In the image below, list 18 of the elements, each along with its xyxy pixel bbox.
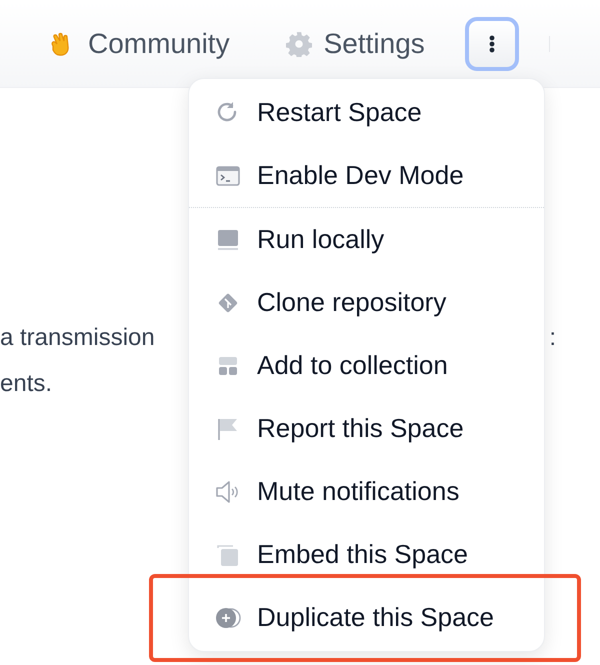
nav-link[interactable]: Community [48,22,230,64]
more-icon [488,34,495,52]
speaker-icon [215,478,241,504]
menu-item[interactable]: Run locally [189,208,544,271]
body-text: : [549,323,556,353]
menu-item[interactable]: Clone repository [189,271,544,334]
menu-item[interactable]: Report this Space [189,397,544,460]
menu-item[interactable]: Add to collection [189,334,544,397]
more-button[interactable] [464,16,519,70]
body-text: ents. [0,369,52,399]
menu-item[interactable]: Mute notifications [189,460,544,523]
menu-item[interactable]: Restart Space [189,81,544,144]
menu-item[interactable]: Enable Dev Mode [189,144,544,207]
nav-link[interactable]: Settings [286,22,425,64]
gear-icon [286,30,312,56]
body-text: a transmission [0,323,155,353]
menu-item[interactable]: Embed this Space [189,523,544,586]
menu-item[interactable]: Duplicate this Space [189,586,544,649]
